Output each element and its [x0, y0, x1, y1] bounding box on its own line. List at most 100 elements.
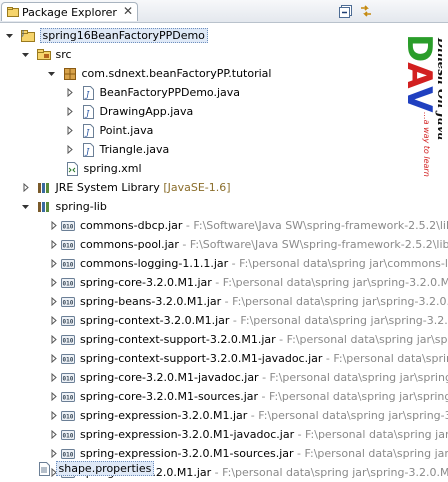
jar-location: - F:\personal data\spring jar\sp — [297, 447, 448, 460]
package-explorer-tab[interactable]: Package Explorer ✕ — [1, 2, 138, 21]
close-icon[interactable]: ✕ — [123, 4, 133, 18]
link-with-editor-icon[interactable] — [358, 3, 374, 19]
collapsed-arrow-icon[interactable] — [48, 368, 60, 387]
svg-text:J: J — [21, 29, 24, 37]
tree-label: spring16BeanFactoryPPDemo — [39, 28, 208, 43]
jar-location: - F:\personal data\spring jar\spring-3.2 — [247, 409, 448, 422]
java-file-icon: J — [80, 140, 96, 159]
collapsed-arrow-icon[interactable] — [48, 330, 60, 349]
collapsed-arrow-icon[interactable] — [20, 178, 32, 197]
tree-item-jar[interactable]: 010 spring-core-3.2.0.M1.jar - F:\persona… — [48, 273, 448, 292]
tree-label: shape.properties — [55, 461, 155, 476]
tree-label: Point.java — [99, 124, 154, 137]
tree-item-jar[interactable]: 010 spring-context-3.2.0.M1.jar - F:\pers… — [48, 311, 448, 330]
collapsed-arrow-icon[interactable] — [48, 254, 60, 273]
svg-text:010: 010 — [63, 338, 74, 345]
collapsed-arrow-icon[interactable] — [48, 235, 60, 254]
tree-label: Triangle.java — [99, 143, 170, 156]
jar-icon: 010 — [60, 254, 76, 273]
tree-label: spring-lib — [55, 200, 107, 213]
jar-icon: 010 — [60, 387, 76, 406]
tree-item-jar[interactable]: 010 commons-logging-1.1.1.jar - F:\person… — [48, 254, 448, 273]
java-file-icon: J — [80, 121, 96, 140]
collapsed-arrow-icon[interactable] — [64, 121, 76, 140]
jar-icon: 010 — [60, 273, 76, 292]
tree-label: spring-core-3.2.0.M1-javadoc.jar — [80, 371, 259, 384]
library-icon — [36, 178, 52, 197]
jar-location: - F:\personal data\spring jar\spring — [279, 333, 448, 346]
tree-item-java-file[interactable]: J Point.java — [64, 121, 153, 140]
svg-text:010: 010 — [63, 357, 74, 364]
tree-label: spring-core-3.2.0.M1.jar — [80, 276, 212, 289]
jar-icon: 010 — [60, 425, 76, 444]
package-explorer-icon — [7, 7, 19, 17]
svg-text:010: 010 — [63, 319, 74, 326]
collapsed-arrow-icon[interactable] — [48, 349, 60, 368]
collapsed-arrow-icon[interactable] — [48, 292, 60, 311]
tree-item-jar[interactable]: 010 spring-context-support-3.2.0.M1-javad… — [48, 349, 448, 368]
jar-location: - F:\personal data\spring jar\spring-3.2… — [229, 314, 448, 327]
jar-location: - F:\personal data\spring jar\sp — [297, 428, 448, 441]
tree-item-jar[interactable]: 010 commons-pool.jar - F:\Software\Java S… — [48, 235, 448, 254]
collapsed-arrow-icon[interactable] — [64, 102, 76, 121]
tree-label: spring-context-support-3.2.0.M1-javadoc.… — [80, 352, 323, 365]
svg-text:010: 010 — [63, 395, 74, 402]
tree-item-jre[interactable]: JRE System Library [JavaSE-1.6] — [20, 178, 231, 197]
tree-label: src — [55, 48, 72, 61]
logo-text: DAV — [399, 34, 439, 113]
jar-location: - F:\personal data\spring jar\spring-3 — [258, 390, 448, 403]
collapsed-arrow-icon[interactable] — [64, 83, 76, 102]
view-title: Package Explorer — [22, 6, 117, 19]
tree-label: commons-pool.jar — [80, 238, 179, 251]
expanded-arrow-icon[interactable] — [46, 64, 58, 83]
tree-item-jar[interactable]: 010 spring-context-support-3.2.0.M1.jar -… — [48, 330, 448, 349]
jar-location: - F:\personal data\spring jar\spring-3.2… — [211, 466, 448, 479]
jar-location: - F:\personal data\spring jar\spring-3.2… — [211, 276, 448, 289]
tree-item-properties[interactable]: shape.properties — [20, 459, 155, 478]
collapsed-arrow-icon[interactable] — [48, 425, 60, 444]
collapsed-arrow-icon[interactable] — [48, 273, 60, 292]
tree-label: spring-context-support-3.2.0.M1.jar — [80, 333, 276, 346]
tree-label: BeanFactoryPPDemo.java — [99, 86, 241, 99]
tree-label: spring-context-3.2.0.M1.jar — [80, 314, 230, 327]
tree-item-jar[interactable]: 010 spring-core-3.2.0.M1-javadoc.jar - F:… — [48, 368, 448, 387]
tree-item-jar[interactable]: 010 spring-beans-3.2.0.M1.jar - F:\person… — [48, 292, 448, 311]
collapsed-arrow-icon[interactable] — [64, 140, 76, 159]
tree-label: spring-expression-3.2.0.M1.jar — [80, 409, 248, 422]
tree-item-java-file[interactable]: J BeanFactoryPPDemo.java — [64, 83, 240, 102]
tree-item-jar[interactable]: 010 commons-dbcp.jar - F:\Software\Java S… — [48, 216, 448, 235]
tree-item-package[interactable]: com.sdnext.beanFactoryPP.tutorial — [46, 64, 271, 83]
tree-item-java-file[interactable]: J Triangle.java — [64, 140, 169, 159]
tree-item-spring-xml[interactable]: spring.xml — [48, 159, 142, 178]
svg-text:010: 010 — [63, 281, 74, 288]
java-file-icon: J — [80, 83, 96, 102]
tree-item-project[interactable]: J spring16BeanFactoryPPDemo — [4, 26, 208, 45]
tree-item-src[interactable]: src — [20, 45, 72, 64]
expanded-arrow-icon[interactable] — [20, 197, 32, 216]
jar-icon: 010 — [60, 235, 76, 254]
collapse-all-icon[interactable] — [338, 3, 354, 19]
view-title-bar: Package Explorer ✕ — [0, 0, 448, 23]
collapsed-arrow-icon[interactable] — [48, 216, 60, 235]
source-folder-icon — [36, 45, 52, 64]
collapsed-arrow-icon[interactable] — [48, 387, 60, 406]
java-file-icon: J — [80, 102, 96, 121]
library-icon — [36, 197, 52, 216]
jar-location: - F:\personal data\spring jar\spring-3.2… — [221, 295, 448, 308]
tree-item-jar[interactable]: 010 spring-expression-3.2.0.M1-javadoc.ja… — [48, 425, 448, 444]
collapsed-arrow-icon[interactable] — [48, 406, 60, 425]
tree-item-java-file[interactable]: J DrawingApp.java — [64, 102, 193, 121]
expanded-arrow-icon[interactable] — [20, 45, 32, 64]
collapsed-arrow-icon[interactable] — [48, 311, 60, 330]
tree-label: commons-logging-1.1.1.jar — [80, 257, 229, 270]
jar-icon: 010 — [60, 406, 76, 425]
tree-label: JRE System Library — [55, 181, 160, 194]
tree-item-jar[interactable]: 010 spring-core-3.2.0.M1-sources.jar - F:… — [48, 387, 448, 406]
tree-item-spring-lib[interactable]: spring-lib — [20, 197, 107, 216]
jar-icon: 010 — [60, 311, 76, 330]
tree-label: DrawingApp.java — [99, 105, 194, 118]
expanded-arrow-icon[interactable] — [4, 26, 16, 45]
tree-item-jar[interactable]: 010 spring-expression-3.2.0.M1.jar - F:\p… — [48, 406, 448, 425]
jar-icon: 010 — [60, 349, 76, 368]
tree-label: spring.xml — [83, 162, 142, 175]
